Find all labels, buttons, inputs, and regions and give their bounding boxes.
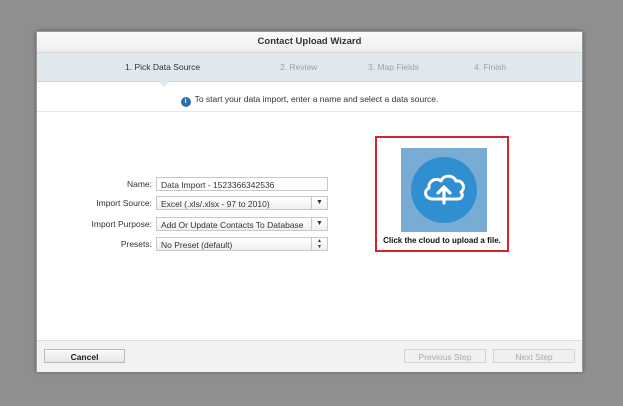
divider	[37, 111, 582, 112]
contact-upload-wizard-dialog: Contact Upload Wizard 1. Pick Data Sourc…	[36, 31, 583, 372]
active-step-pointer	[158, 81, 170, 87]
chevron-down-icon[interactable]: ▼	[311, 196, 327, 210]
spinner-icon[interactable]: ▲ ▼	[311, 237, 327, 251]
step-pick-data-source: 1. Pick Data Source	[125, 62, 201, 72]
dialog-title: Contact Upload Wizard	[37, 32, 582, 53]
import-purpose-label: Import Purpose:	[91, 219, 152, 229]
chevron-down-icon[interactable]: ▼	[311, 217, 327, 231]
spinner-down-icon: ▼	[317, 244, 322, 250]
import-source-value: Excel (.xls/.xlsx - 97 to 2010)	[161, 199, 270, 209]
step-map-fields: 3. Map Fields	[368, 62, 420, 72]
cloud-upload-icon	[424, 174, 465, 205]
step-review: 2. Review	[280, 62, 318, 72]
name-label: Name:	[126, 179, 152, 189]
import-name-input[interactable]: Data Import - 1523366342536	[156, 177, 328, 191]
dialog-footer: Cancel Previous Step Next Step	[37, 340, 582, 372]
import-purpose-select[interactable]: Add Or Update Contacts To Database ▼	[156, 217, 328, 231]
info-message: i To start your data import, enter a name…	[37, 94, 582, 107]
info-icon: i	[180, 97, 191, 107]
upload-caption: Click the cloud to upload a file.	[383, 236, 501, 245]
import-source-label: Import Source:	[96, 198, 152, 208]
next-step-button[interactable]: Next Step	[493, 349, 575, 363]
wizard-steps-bar: 1. Pick Data Source 2. Review 3. Map Fie…	[37, 53, 582, 87]
cancel-button[interactable]: Cancel	[44, 349, 125, 363]
step-finish: 4. Finish	[474, 62, 507, 72]
presets-value: No Preset (default)	[161, 240, 233, 250]
import-source-select[interactable]: Excel (.xls/.xlsx - 97 to 2010) ▼	[156, 196, 328, 210]
upload-cloud-button[interactable]	[401, 148, 487, 232]
presets-label: Presets:	[120, 239, 152, 249]
info-text: To start your data import, enter a name …	[194, 94, 439, 104]
upload-circle	[411, 157, 477, 223]
presets-select[interactable]: No Preset (default) ▲ ▼	[156, 237, 328, 251]
previous-step-button[interactable]: Previous Step	[404, 349, 486, 363]
upload-highlight-frame: Click the cloud to upload a file.	[375, 136, 509, 252]
import-purpose-value: Add Or Update Contacts To Database	[161, 220, 304, 230]
